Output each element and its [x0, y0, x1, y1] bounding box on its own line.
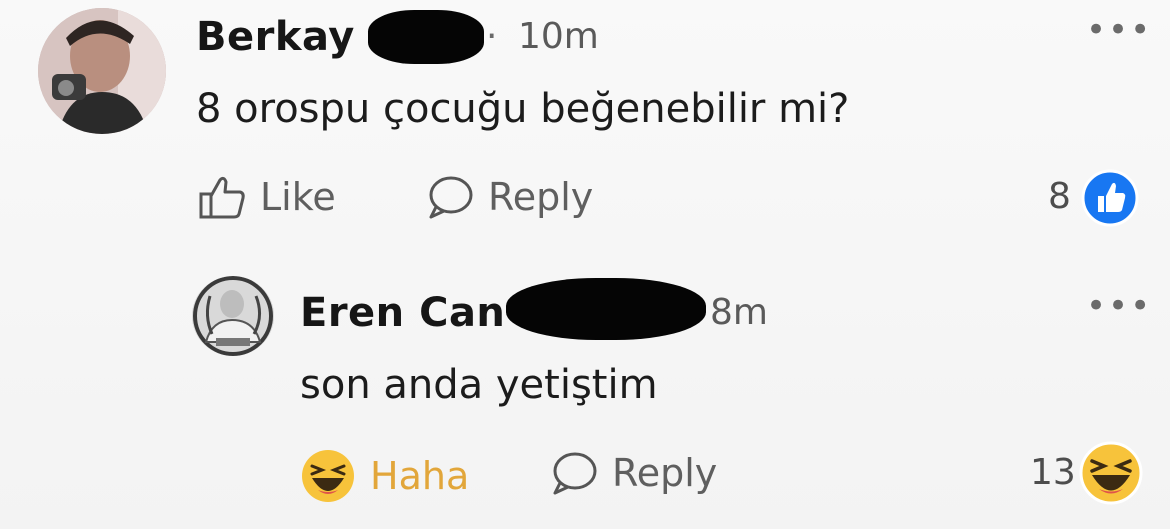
- haha-emoji-icon: [302, 450, 354, 502]
- reply-text: son anda yetiştim: [300, 362, 658, 408]
- like-reaction-icon[interactable]: [1080, 168, 1140, 232]
- comment-thread: Berkay · 10m ••• 8 orospu çocuğu beğeneb…: [0, 0, 1170, 529]
- avatar-eren-can[interactable]: [192, 276, 274, 356]
- comment-author-name[interactable]: Berkay: [196, 14, 355, 60]
- comment-timestamp-separator: ·: [486, 16, 498, 57]
- reply-button[interactable]: Reply: [426, 174, 593, 220]
- like-label: Like: [260, 175, 336, 219]
- speech-bubble-icon: [553, 452, 597, 495]
- haha-reaction-button[interactable]: Haha: [300, 448, 469, 504]
- reaction-count[interactable]: 13: [1030, 452, 1076, 493]
- more-options-button[interactable]: •••: [1086, 10, 1152, 50]
- profile-photo-icon: [38, 8, 166, 134]
- redacted-surname: [368, 10, 484, 64]
- haha-label: Haha: [370, 454, 470, 498]
- thumbs-up-outline-icon: [199, 176, 245, 219]
- profile-photo-icon: [192, 276, 274, 356]
- reply-button[interactable]: Reply: [550, 450, 717, 496]
- reaction-count[interactable]: 8: [1048, 176, 1071, 217]
- comment-timestamp[interactable]: 10m: [518, 16, 599, 57]
- speech-bubble-icon: [429, 176, 473, 219]
- like-button[interactable]: Like: [198, 174, 336, 220]
- reply-label: Reply: [488, 175, 594, 219]
- redacted-surname: [506, 278, 706, 340]
- avatar-berkay[interactable]: [38, 8, 166, 134]
- reply-author-name[interactable]: Eren Can: [300, 290, 505, 336]
- more-options-button[interactable]: •••: [1086, 286, 1152, 326]
- comment-text: 8 orospu çocuğu beğenebilir mi?: [196, 86, 850, 132]
- reply-label: Reply: [612, 451, 718, 495]
- haha-reaction-icon[interactable]: [1078, 440, 1144, 510]
- reply-timestamp[interactable]: 8m: [710, 292, 768, 333]
